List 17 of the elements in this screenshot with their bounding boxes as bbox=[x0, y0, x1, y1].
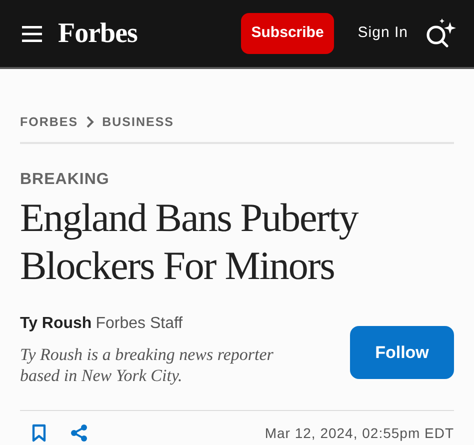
breaking-label: BREAKING bbox=[20, 170, 110, 190]
share-icon[interactable] bbox=[70, 424, 88, 442]
chevron-icon bbox=[86, 116, 94, 128]
author-name[interactable]: Ty Roush bbox=[20, 312, 92, 336]
bookmark-icon[interactable] bbox=[32, 424, 46, 442]
sign-in-link[interactable]: Sign In bbox=[358, 22, 408, 45]
logo[interactable]: Forbes bbox=[58, 12, 138, 54]
search-icon[interactable] bbox=[424, 18, 456, 50]
subscribe-button[interactable]: Subscribe bbox=[241, 13, 334, 54]
menu-icon[interactable] bbox=[22, 26, 42, 42]
breadcrumb-link[interactable]: FORBES bbox=[20, 113, 78, 132]
breadcrumb-link[interactable]: BUSINESS bbox=[102, 113, 174, 132]
headline: England Bans Puberty Blockers For Minors bbox=[20, 194, 360, 290]
author-bio: Ty Roush is a breaking news reporter based in New York City. bbox=[20, 344, 274, 386]
author-role: Forbes Staff bbox=[96, 314, 183, 334]
publish-date: Mar 12, 2024, 02:55pm EDT bbox=[264, 424, 454, 443]
follow-button[interactable]: Follow bbox=[350, 326, 454, 380]
